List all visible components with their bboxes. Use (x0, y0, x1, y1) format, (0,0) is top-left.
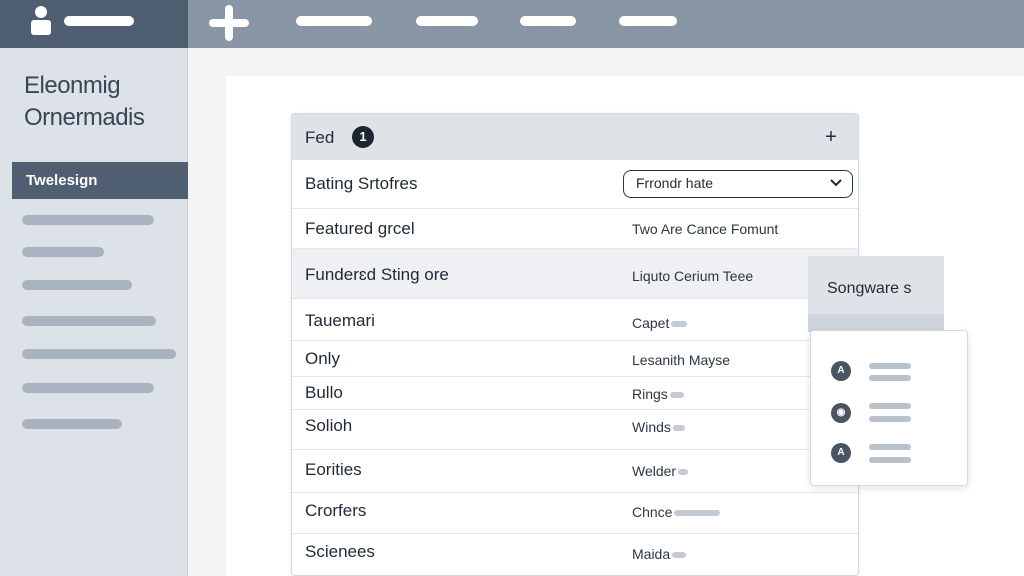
row-label: Bullo (305, 383, 343, 402)
top-bar (0, 0, 1024, 48)
row-label: Bating Srtofres (305, 174, 418, 193)
sidebar-item[interactable] (22, 316, 156, 326)
row-value: Rings (632, 386, 684, 402)
row-label: Featured grcel (305, 219, 415, 238)
card-title: Fed (305, 128, 335, 147)
row-label: Tauemari (305, 311, 375, 330)
row-value: Welder (632, 463, 689, 479)
row-value: Chnce (632, 504, 721, 520)
sidebar-item[interactable] (22, 383, 154, 393)
table-row[interactable]: Only Lesanith Mayse (292, 341, 858, 377)
user-name-placeholder[interactable] (64, 16, 134, 26)
brand-line-1: Eleonmig (24, 72, 121, 99)
row-value-text: Capet (632, 315, 670, 331)
sidebar-item[interactable] (22, 247, 104, 257)
user-icon[interactable] (30, 6, 52, 36)
row-value: Lesanith Mayse (632, 352, 731, 368)
row-value-text: Maida (632, 546, 671, 562)
row-value: Two Are Cance Fomunt (632, 221, 779, 237)
sidebar-item[interactable] (22, 419, 122, 429)
row-value-text: Welder (632, 463, 677, 479)
rating-select[interactable]: Frrondr hate (623, 170, 853, 198)
table-row[interactable]: Crorfers Chnce (292, 493, 858, 534)
sidebar-item[interactable] (22, 280, 132, 290)
sidebar-item-active[interactable]: Twelesign (12, 162, 188, 199)
details-card: Fed 1 + Bating Srtofres Frrondr hate Fea… (291, 113, 859, 576)
sidebar-item[interactable] (22, 215, 154, 225)
card-header: Fed 1 + (292, 114, 858, 160)
sidebar: Eleonmig Ornermadis Twelesign (0, 48, 188, 576)
popover-tab[interactable]: Songware s (808, 256, 944, 318)
row-value: Liquto Cerium Teee (632, 268, 754, 284)
row-value-text: Chnce (632, 504, 673, 520)
row-value-text: Winds (632, 419, 671, 435)
popover-tab-label: Songware s (827, 280, 912, 297)
popover-menu: A ◉ A (810, 330, 968, 486)
add-icon[interactable] (209, 5, 249, 41)
table-row[interactable]: Featured grcel Two Are Cance Fomunt (292, 209, 858, 249)
row-value: Winds (632, 419, 685, 435)
table-row[interactable]: Funderɛd Sting ore Liquto Cerium Teee (292, 249, 858, 299)
row-label: Crorfers (305, 501, 367, 520)
nav-item-4[interactable] (619, 16, 677, 26)
table-row[interactable]: Scienees Maida (292, 534, 858, 575)
count-badge: 1 (352, 126, 374, 148)
person-icon: A (831, 361, 851, 381)
chevron-down-icon (830, 179, 842, 187)
select-value: Frrondr hate (636, 175, 714, 191)
popover-item[interactable]: ◉ (831, 401, 961, 427)
row-value: Maida (632, 546, 687, 562)
table-row[interactable]: Solioh Winds (292, 410, 858, 450)
table-row[interactable]: Eorities Welder (292, 450, 858, 493)
table-row[interactable]: Bullo Rings (292, 377, 858, 410)
row-label: Funderɛd Sting ore (305, 265, 449, 284)
table-row[interactable]: Tauemari Capet (292, 299, 858, 341)
nav-item-3[interactable] (520, 16, 576, 26)
row-value: Capet (632, 315, 688, 331)
row-label: Scienees (305, 542, 375, 561)
nav-item-2[interactable] (416, 16, 478, 26)
row-label: Only (305, 349, 340, 368)
table-row: Bating Srtofres Frrondr hate (292, 160, 858, 209)
brand-title: Eleonmig Ornermadis (24, 70, 145, 134)
popover-item[interactable]: A (831, 441, 961, 467)
person-icon: A (831, 443, 851, 463)
brand-line-2: Ornermadis (24, 104, 145, 131)
nav-item-1[interactable] (296, 16, 372, 26)
sidebar-item[interactable] (22, 349, 176, 359)
top-bar-user-area (0, 0, 188, 48)
row-label: Eorities (305, 460, 362, 479)
popover-item[interactable]: A (831, 359, 961, 385)
chat-icon: ◉ (831, 403, 851, 423)
row-label: Solioh (305, 416, 353, 435)
add-button[interactable]: + (820, 124, 842, 150)
row-value-text: Rings (632, 386, 668, 402)
